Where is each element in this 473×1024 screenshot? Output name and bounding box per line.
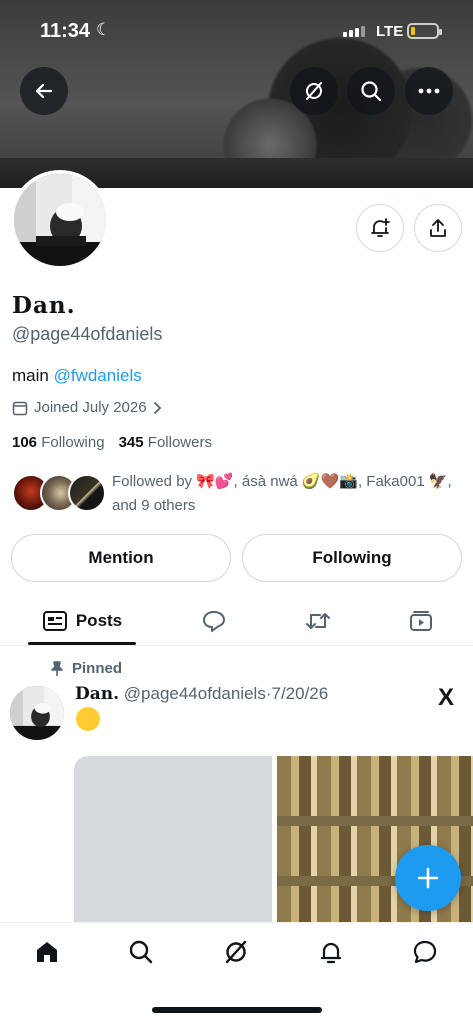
pinned-indicator: Pinned	[50, 660, 122, 677]
avatar-image	[14, 174, 106, 266]
replies-icon	[203, 610, 225, 632]
status-time: 11:34	[40, 20, 91, 42]
followers-label: Followers	[147, 434, 212, 451]
grok-button[interactable]	[290, 67, 338, 115]
notification-button[interactable]	[356, 204, 404, 252]
tab-reposts[interactable]	[294, 596, 342, 645]
back-arrow-icon	[35, 83, 53, 99]
profile-name: Dan.	[12, 292, 76, 319]
posts-icon	[42, 610, 67, 631]
following-count: 106	[12, 434, 38, 451]
nav-grok[interactable]	[221, 937, 251, 967]
pinned-label: Pinned	[72, 660, 123, 677]
nav-messages[interactable]	[410, 937, 440, 967]
shelf	[277, 816, 473, 826]
followed-by-avatars[interactable]	[12, 474, 108, 518]
following-label: Following	[41, 434, 105, 451]
nav-search[interactable]	[126, 937, 156, 967]
grok-icon	[306, 82, 322, 100]
search-icon	[361, 81, 382, 102]
melting-face-emoji	[76, 707, 100, 731]
status-bar: 11:34 ☾ LTE	[0, 16, 473, 48]
home-icon	[37, 942, 57, 962]
grok-icon	[225, 940, 247, 964]
follower-avatar	[68, 474, 106, 512]
share-profile-button[interactable]	[414, 204, 462, 252]
profile-tabs: Posts	[0, 596, 473, 646]
back-button[interactable]	[20, 67, 68, 115]
tab-posts[interactable]: Posts	[28, 596, 136, 645]
following-button[interactable]: Following	[242, 534, 462, 582]
profile-bio: main @fwdaniels	[12, 366, 142, 386]
followers-stat[interactable]: 345 Followers	[119, 434, 212, 451]
moon-icon: ☾	[96, 20, 112, 39]
share-icon	[430, 219, 446, 237]
search-icon	[129, 940, 153, 964]
followed-by-text[interactable]: Followed by 🎀💕, ásà nwá 🥑🤎📸, Faka001 🦅, …	[112, 470, 464, 518]
tab-posts-label: Posts	[75, 610, 123, 630]
chevron-right-icon	[153, 401, 161, 414]
post-media-image[interactable]	[74, 756, 272, 926]
media-icon	[410, 610, 432, 631]
nav-notifications[interactable]	[316, 937, 346, 967]
plus-icon	[417, 867, 439, 889]
tab-replies[interactable]	[190, 596, 238, 645]
home-indicator	[152, 1007, 322, 1013]
post-author-avatar[interactable]	[10, 686, 64, 740]
bio-text: main	[12, 366, 49, 385]
messages-icon	[413, 940, 437, 964]
joined-date: Joined July 2026	[34, 399, 147, 416]
tab-active-indicator	[28, 642, 136, 645]
calendar-icon	[12, 401, 28, 415]
post-author-name: Dan.	[75, 684, 120, 704]
profile-handle: @page44ofdaniels	[12, 324, 163, 344]
pin-icon	[51, 660, 63, 676]
x-logo-icon: X	[438, 684, 455, 711]
nav-home[interactable]	[32, 937, 62, 967]
search-button[interactable]	[347, 67, 395, 115]
compose-button[interactable]	[395, 845, 461, 911]
follow-counts: 106 Following 345 Followers	[12, 434, 212, 451]
notification-bell-plus-icon	[371, 218, 390, 237]
bio-mention-link[interactable]: @fwdaniels	[54, 366, 142, 385]
post-header[interactable]: Dan. @page44ofdaniels·7/20/26	[75, 684, 328, 704]
network-label: LTE	[376, 23, 404, 40]
followers-count: 345	[118, 434, 144, 451]
tab-media[interactable]	[397, 596, 445, 645]
following-stat[interactable]: 106 Following	[12, 434, 105, 451]
signal-icon	[343, 26, 365, 37]
more-icon	[418, 88, 440, 94]
battery-icon	[407, 23, 442, 39]
profile-avatar[interactable]	[10, 170, 110, 270]
more-button[interactable]	[405, 67, 453, 115]
post-date: 7/20/26	[271, 684, 329, 703]
reposts-icon	[306, 612, 330, 629]
post-avatar-image	[10, 686, 64, 740]
post-author-handle: @page44ofdaniels	[123, 684, 266, 703]
mention-button[interactable]: Mention	[11, 534, 231, 582]
bell-icon	[320, 942, 342, 964]
joined-date-row[interactable]: Joined July 2026	[12, 399, 163, 416]
